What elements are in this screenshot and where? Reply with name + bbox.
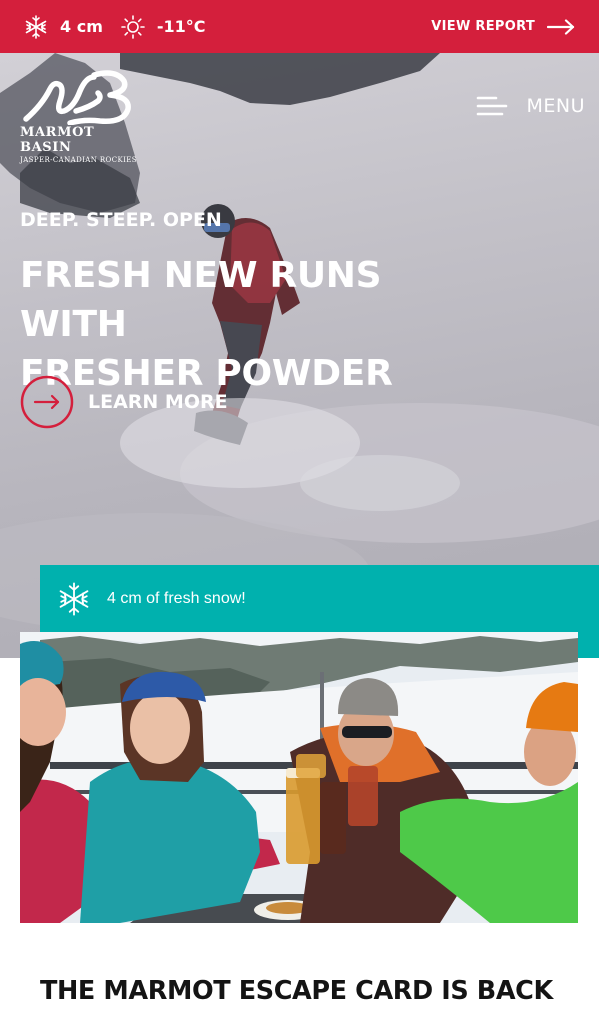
sun-icon — [121, 14, 145, 39]
snowfall-readout: 4 cm — [24, 14, 103, 39]
notice-accent — [578, 632, 599, 658]
arrow-circle-icon — [20, 375, 74, 429]
snowflake-icon — [59, 581, 89, 616]
brand-logo[interactable]: MARMOT BASIN JASPER-CANADIAN ROCKIES — [20, 67, 150, 164]
temperature-readout: -11°C — [121, 14, 206, 39]
arrow-right-icon — [547, 18, 575, 35]
view-report-link[interactable]: VIEW REPORT — [431, 18, 575, 35]
view-report-label: VIEW REPORT — [431, 19, 535, 34]
escape-card-heading: THE MARMOT ESCAPE CARD IS BACK — [40, 976, 553, 1006]
menu-lines-icon — [477, 96, 508, 116]
menu-button[interactable]: MENU — [476, 95, 585, 117]
learn-more-button[interactable]: LEARN MORE — [20, 375, 228, 429]
brand-tagline: JASPER-CANADIAN ROCKIES — [20, 156, 137, 164]
apres-ski-photo — [20, 632, 578, 923]
brand-name: MARMOT BASIN — [20, 125, 95, 155]
learn-more-label: LEARN MORE — [88, 391, 228, 413]
conditions-bar: 4 cm -11°C VIEW REPORT — [0, 0, 599, 53]
menu-label: MENU — [526, 95, 585, 117]
temperature-value: -11°C — [156, 17, 206, 36]
snowfall-value: 4 cm — [60, 17, 103, 36]
fresh-snow-text: 4 cm of fresh snow! — [107, 589, 246, 607]
friends-toasting-image — [20, 632, 578, 923]
fresh-snow-notice: 4 cm of fresh snow! — [40, 565, 599, 632]
marmot-basin-logo-mark — [23, 70, 131, 125]
hero-headline-line-1: FRESH NEW RUNS WITH — [20, 255, 382, 345]
hero-eyebrow: DEEP. STEEP. OPEN — [20, 209, 222, 231]
snowflake-icon — [25, 14, 47, 39]
